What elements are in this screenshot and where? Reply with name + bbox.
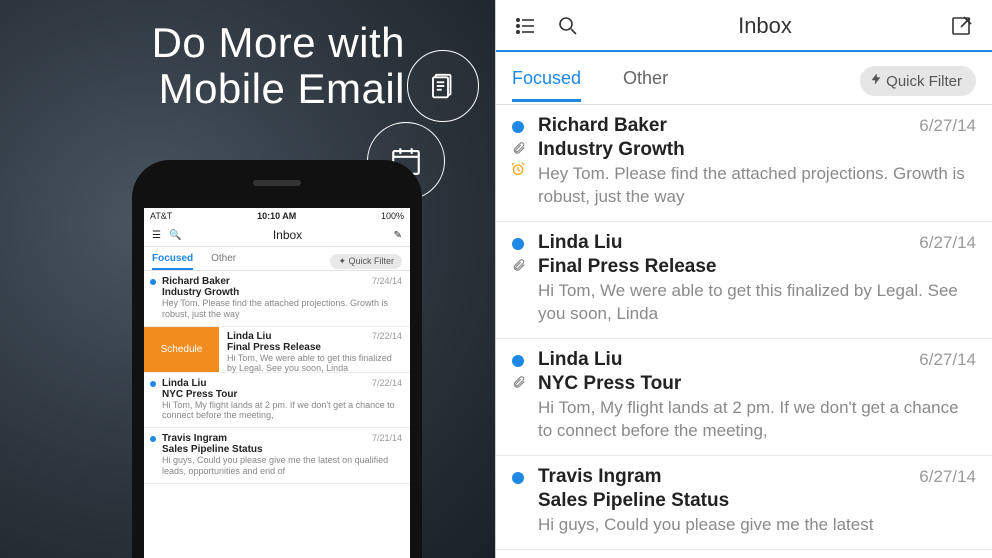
phone-status-bar: AT&T 10:10 AM 100% xyxy=(144,208,410,224)
menu-icon[interactable] xyxy=(512,12,540,40)
attachment-icon xyxy=(512,258,526,275)
quick-filter-button[interactable]: Quick Filter xyxy=(860,66,976,96)
message-row[interactable]: Linda Liu 6/27/14 NYC Press TourHi Tom, My… xyxy=(496,339,992,456)
message-subject: Final Press Release xyxy=(227,342,402,353)
email-app: Inbox Focused Other Quick Filter Richard… xyxy=(495,0,992,558)
phone-message-row[interactable]: 7/24/14 Richard Baker Industry Growth He… xyxy=(144,271,410,327)
promo-title: Do More with Mobile Email xyxy=(152,20,405,112)
message-date: 7/21/14 xyxy=(372,433,402,443)
compose-icon[interactable] xyxy=(948,12,976,40)
tab-other[interactable]: Other xyxy=(623,68,668,102)
status-battery: 100% xyxy=(381,211,404,221)
quick-filter-button[interactable]: ✦ Quick Filter xyxy=(330,254,402,269)
message-row[interactable]: Linda Liu 6/27/14 Final Press ReleaseHi To… xyxy=(496,222,992,339)
message-sender: Linda Liu xyxy=(162,378,402,389)
message-sender: Travis Ingram xyxy=(538,466,662,488)
app-header: Inbox xyxy=(496,0,992,50)
message-preview: Hi Tom, We were able to get this finaliz… xyxy=(538,280,976,326)
message-subject: NYC Press Tour xyxy=(162,389,402,400)
phone-title: Inbox xyxy=(181,228,393,242)
quick-filter-label: Quick Filter xyxy=(886,73,962,90)
unread-dot xyxy=(512,355,524,367)
message-date: 7/22/14 xyxy=(372,378,402,388)
unread-dot xyxy=(512,121,524,133)
promo-title-line1: Do More with xyxy=(152,20,405,66)
message-sender: Linda Liu xyxy=(538,349,622,371)
message-sender: Richard Baker xyxy=(538,115,667,137)
message-subject: Final Press Release xyxy=(538,256,976,278)
promo-panel: Do More with Mobile Email AT&T 10:10 AM … xyxy=(0,0,495,558)
attachment-icon xyxy=(512,141,526,158)
status-time: 10:10 AM xyxy=(257,211,296,221)
message-preview: Hi guys, Could you please give me the la… xyxy=(162,455,402,477)
unread-dot xyxy=(150,436,156,442)
search-icon[interactable]: 🔍 xyxy=(169,230,181,241)
message-date: 6/27/14 xyxy=(919,116,976,136)
message-row[interactable]: Richard Baker 6/27/14 Industry GrowthHey T… xyxy=(496,105,992,222)
message-subject: Sales Pipeline Status xyxy=(162,444,402,455)
phone-tabs: Focused Other ✦ Quick Filter xyxy=(144,247,410,271)
compose-icon[interactable]: ✎ xyxy=(394,230,402,241)
tab-focused[interactable]: Focused xyxy=(512,68,581,102)
phone-message-row[interactable]: 7/22/14 Linda Liu NYC Press Tour Hi Tom,… xyxy=(144,373,410,429)
message-row[interactable]: Travis Ingram 6/27/14 Sales Pipeline Statu… xyxy=(496,456,992,550)
message-sender: Richard Baker xyxy=(162,276,402,287)
tab-other[interactable]: Other xyxy=(211,253,236,270)
message-preview: Hey Tom. Please find the attached projec… xyxy=(162,298,402,320)
schedule-icon xyxy=(510,161,526,182)
message-subject: Industry Growth xyxy=(538,139,976,161)
phone-mockup: AT&T 10:10 AM 100% ☰ 🔍 Inbox ✎ Focused O… xyxy=(132,160,422,558)
message-date: 6/27/14 xyxy=(919,233,976,253)
phone-message-row[interactable]: 7/21/14 Travis Ingram Sales Pipeline Sta… xyxy=(144,428,410,484)
message-preview: Hi Tom, My flight lands at 2 pm. If we d… xyxy=(538,397,976,443)
message-sender: Linda Liu xyxy=(538,232,622,254)
message-preview: Hi Tom, My flight lands at 2 pm. If we d… xyxy=(162,400,402,422)
phone-header: ☰ 🔍 Inbox ✎ xyxy=(144,224,410,247)
menu-icon[interactable]: ☰ xyxy=(152,230,161,241)
message-date: 6/27/14 xyxy=(919,350,976,370)
attachment-icon xyxy=(512,375,526,392)
search-icon[interactable] xyxy=(554,12,582,40)
unread-dot xyxy=(512,472,524,484)
documents-icon xyxy=(407,50,479,122)
message-preview: Hi guys, Could you please give me the la… xyxy=(538,514,976,537)
message-date: 7/24/14 xyxy=(372,276,402,286)
message-subject: Sales Pipeline Status xyxy=(538,490,976,512)
promo-title-line2: Mobile Email xyxy=(152,66,405,112)
unread-dot xyxy=(150,381,156,387)
schedule-action[interactable]: Schedule xyxy=(144,327,219,372)
message-subject: NYC Press Tour xyxy=(538,373,976,395)
message-list: Richard Baker 6/27/14 Industry GrowthHey T… xyxy=(496,105,992,550)
phone-message-row-swiped[interactable]: Schedule 7/22/14 Linda Liu Final Press R… xyxy=(144,327,410,373)
app-tabs: Focused Other Quick Filter xyxy=(496,52,992,105)
message-date: 7/22/14 xyxy=(372,331,402,341)
message-preview: Hi Tom, We were able to get this finaliz… xyxy=(227,353,402,375)
message-sender: Travis Ingram xyxy=(162,433,402,444)
unread-dot xyxy=(512,238,524,250)
app-title: Inbox xyxy=(582,13,948,39)
unread-dot xyxy=(150,279,156,285)
phone-screen: AT&T 10:10 AM 100% ☰ 🔍 Inbox ✎ Focused O… xyxy=(144,208,410,558)
tab-focused[interactable]: Focused xyxy=(152,253,193,270)
message-preview: Hey Tom. Please find the attached projec… xyxy=(538,163,976,209)
message-subject: Industry Growth xyxy=(162,287,402,298)
message-date: 6/27/14 xyxy=(919,467,976,487)
lightning-icon xyxy=(870,72,882,90)
status-carrier: AT&T xyxy=(150,211,172,221)
